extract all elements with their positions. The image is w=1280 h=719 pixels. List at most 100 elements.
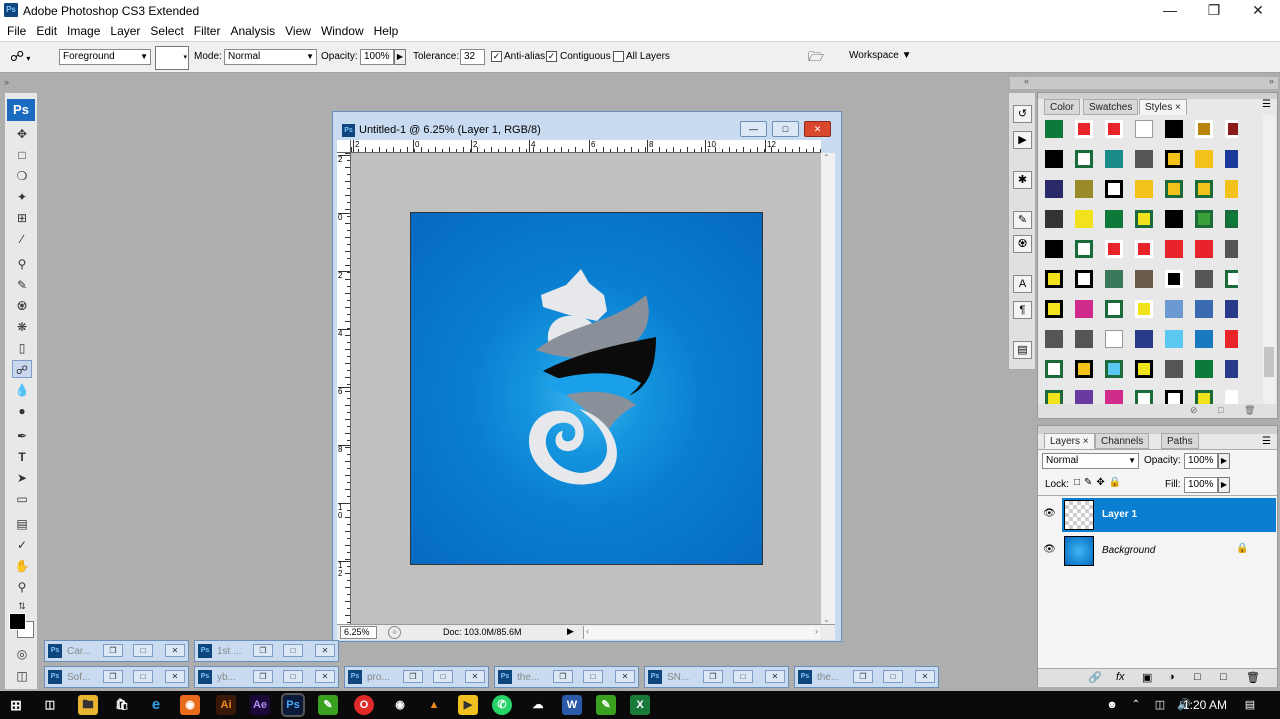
style-preset[interactable] xyxy=(1040,265,1068,293)
contiguous-checkbox[interactable]: ✓ xyxy=(546,51,557,62)
quick-mask-icon[interactable]: ◎ xyxy=(12,645,32,663)
style-preset[interactable] xyxy=(1070,385,1098,405)
paint-bucket-tool-preset-icon[interactable]: ☍ ▾ xyxy=(10,48,44,66)
style-preset[interactable] xyxy=(1190,145,1218,173)
restore-button[interactable]: ❐ xyxy=(1194,0,1234,22)
style-preset[interactable] xyxy=(1220,265,1238,293)
style-preset[interactable] xyxy=(1160,355,1188,383)
style-preset[interactable] xyxy=(1220,235,1238,263)
character-panel-icon[interactable]: A xyxy=(1013,275,1032,293)
illustrator-icon[interactable]: Ai xyxy=(216,695,236,715)
panel-menu-icon[interactable]: ☰ xyxy=(1262,436,1271,447)
style-preset[interactable] xyxy=(1190,115,1218,143)
maximize-button[interactable]: □ xyxy=(283,670,303,683)
healing-brush-icon[interactable]: ⚲ xyxy=(12,255,32,273)
style-preset[interactable] xyxy=(1070,115,1098,143)
notes-tool-icon[interactable]: ▤ xyxy=(12,515,32,533)
tray-chevron-icon[interactable]: ⌃ xyxy=(1126,695,1146,715)
style-preset[interactable] xyxy=(1190,385,1218,405)
style-preset[interactable] xyxy=(1040,295,1068,323)
status-menu-arrow[interactable]: ▶ xyxy=(567,626,574,637)
path-selection-icon[interactable]: ➤ xyxy=(12,469,32,487)
photoshop-taskbar-icon[interactable]: Ps xyxy=(281,693,305,717)
close-button[interactable]: ✕ xyxy=(1238,0,1278,22)
menu-file[interactable]: File xyxy=(2,22,31,40)
blur-tool-icon[interactable]: 💧 xyxy=(12,381,32,399)
expand-arrows-icon[interactable]: » xyxy=(1269,76,1274,86)
style-preset[interactable] xyxy=(1220,145,1238,173)
style-preset[interactable] xyxy=(1100,205,1128,233)
style-preset[interactable] xyxy=(1040,325,1068,353)
new-layer-icon[interactable]: □ xyxy=(1220,671,1227,683)
move-tool-icon[interactable]: ✥ xyxy=(12,125,32,143)
restore-button[interactable]: ❐ xyxy=(253,644,273,657)
close-button[interactable]: ✕ xyxy=(765,670,785,683)
style-preset[interactable] xyxy=(1160,385,1188,405)
layer-comps-icon[interactable]: ▤ xyxy=(1013,341,1032,359)
screen-mode-icon[interactable]: ◫ xyxy=(12,667,32,685)
style-preset[interactable] xyxy=(1040,205,1068,233)
status-icon[interactable]: ○ xyxy=(388,626,401,639)
tab-paths[interactable]: Paths xyxy=(1161,433,1199,449)
style-preset[interactable] xyxy=(1130,175,1158,203)
dodge-tool-icon[interactable]: ● xyxy=(12,402,32,420)
layer-row-layer1[interactable]: Layer 1 xyxy=(1062,498,1276,532)
maximize-button[interactable]: □ xyxy=(133,644,153,657)
all-layers-checkbox[interactable] xyxy=(613,51,624,62)
visibility-eye-icon[interactable]: 👁 xyxy=(1043,544,1057,558)
opacity-input[interactable]: 100% xyxy=(360,49,394,65)
layer-opacity-arrow[interactable]: ▶ xyxy=(1218,453,1230,469)
foreground-color-swatch[interactable] xyxy=(9,613,26,630)
minimize-button[interactable]: — xyxy=(1150,0,1190,22)
clear-style-icon[interactable]: ⊘ xyxy=(1190,405,1198,416)
menu-help[interactable]: Help xyxy=(369,22,404,40)
style-preset[interactable] xyxy=(1190,355,1218,383)
doc-maximize-button[interactable]: □ xyxy=(772,121,799,137)
style-preset[interactable] xyxy=(1220,205,1238,233)
zoom-tool-icon[interactable]: ⚲ xyxy=(12,578,32,596)
style-preset[interactable] xyxy=(1040,175,1068,203)
slice-tool-icon[interactable]: ∕ xyxy=(12,230,32,248)
maximize-button[interactable]: □ xyxy=(583,670,603,683)
menu-window[interactable]: Window xyxy=(316,22,369,40)
style-preset[interactable] xyxy=(1040,385,1068,405)
style-preset[interactable] xyxy=(1100,145,1128,173)
firefox-icon[interactable]: ◉ xyxy=(180,695,200,715)
style-preset[interactable] xyxy=(1070,175,1098,203)
close-button[interactable]: ✕ xyxy=(465,670,485,683)
style-preset[interactable] xyxy=(1100,385,1128,405)
styles-scrollbar[interactable] xyxy=(1263,115,1275,404)
restore-button[interactable]: ❐ xyxy=(703,670,723,683)
vlc-icon[interactable]: ▲ xyxy=(424,695,444,715)
fill-arrow[interactable]: ▶ xyxy=(1218,477,1230,493)
style-preset[interactable] xyxy=(1130,235,1158,263)
task-view-icon[interactable]: ◫ xyxy=(40,695,60,715)
file-explorer-icon[interactable]: 🖿 xyxy=(78,695,98,715)
minimized-document[interactable]: Ps the... ❐ □ ✕ xyxy=(494,666,639,688)
style-preset[interactable] xyxy=(1220,325,1238,353)
style-preset[interactable] xyxy=(1040,355,1068,383)
style-preset[interactable] xyxy=(1130,355,1158,383)
opacity-slider-arrow[interactable]: ▶ xyxy=(394,49,406,65)
maximize-button[interactable]: □ xyxy=(733,670,753,683)
new-group-icon[interactable]: □ xyxy=(1194,671,1201,683)
paragraph-panel-icon[interactable]: ¶ xyxy=(1013,301,1032,319)
clone-source-icon[interactable]: ♼ xyxy=(1013,235,1032,253)
crop-tool-icon[interactable]: ⊞ xyxy=(12,209,32,227)
fill-input[interactable]: 100% xyxy=(1184,477,1218,493)
hand-tool-icon[interactable]: ✋ xyxy=(12,557,32,575)
history-panel-icon[interactable]: ↺ xyxy=(1013,105,1032,123)
style-preset[interactable] xyxy=(1070,235,1098,263)
history-brush-icon[interactable]: ❋ xyxy=(12,318,32,336)
menu-analysis[interactable]: Analysis xyxy=(225,22,280,40)
adjustment-layer-icon[interactable]: ◑ xyxy=(1168,671,1175,683)
workspace-menu[interactable]: Workspace ▼ xyxy=(849,49,912,63)
delete-layer-icon[interactable]: 🗑 xyxy=(1246,671,1260,684)
style-preset[interactable] xyxy=(1100,325,1128,353)
style-preset[interactable] xyxy=(1130,295,1158,323)
canvas-area[interactable] xyxy=(351,153,821,624)
style-preset[interactable] xyxy=(1100,295,1128,323)
delete-style-icon[interactable]: 🗑 xyxy=(1244,405,1255,416)
opera-icon[interactable]: O xyxy=(354,695,374,715)
fill-source-select[interactable]: Foreground ▼ xyxy=(59,49,151,65)
